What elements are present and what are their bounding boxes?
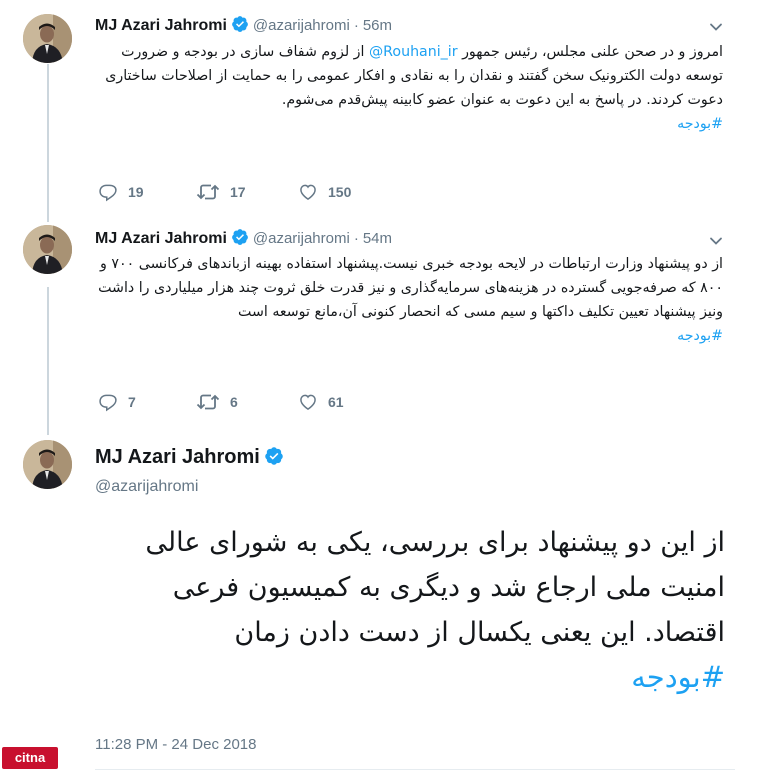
retweet-icon: [196, 184, 220, 200]
separator-dot: ·: [353, 230, 359, 247]
hashtag-link[interactable]: #بودجه: [95, 324, 723, 348]
reply-button[interactable]: 7: [98, 392, 136, 412]
tweet-text: از دو پیشنهاد وزارت ارتباطات در لایحه بو…: [95, 252, 723, 348]
retweet-button[interactable]: 6: [196, 392, 238, 412]
retweet-count: 17: [230, 184, 246, 200]
like-count: 150: [328, 184, 352, 200]
tweet-text-part: امروز و در صحن علنی مجلس، رئیس جمهور: [457, 44, 723, 60]
reply-button[interactable]: 19: [98, 182, 144, 202]
author-name[interactable]: MJ Azari Jahromi: [95, 446, 284, 469]
mention-link[interactable]: @Rouhani_ir: [369, 44, 458, 60]
separator-dot: ·: [353, 17, 359, 34]
author-name-text: MJ Azari Jahromi: [95, 446, 260, 468]
divider: [95, 769, 735, 770]
verified-badge-icon: [232, 229, 248, 245]
author-handle[interactable]: @azarijahromi: [95, 478, 198, 496]
like-count: 61: [328, 394, 344, 410]
heart-icon: [300, 184, 316, 200]
author-name[interactable]: MJ Azari Jahromi: [95, 230, 227, 247]
author-handle[interactable]: @azarijahromi: [253, 230, 350, 247]
tweet-time[interactable]: 56m: [363, 17, 392, 34]
chevron-down-icon[interactable]: [709, 234, 723, 248]
tweet-header: MJ Azari Jahromi @azarijahromi · 56m: [95, 15, 392, 36]
tweet-text: امروز و در صحن علنی مجلس، رئیس جمهور @Ro…: [95, 40, 723, 136]
tweet-header: MJ Azari Jahromi @azarijahromi · 54m: [95, 228, 392, 249]
tweet-2[interactable]: MJ Azari Jahromi @azarijahromi · 54m از دو …: [0, 218, 763, 436]
main-tweet: MJ Azari Jahromi @azarijahromi از این دو…: [0, 436, 763, 773]
avatar[interactable]: [23, 440, 72, 489]
tweet-text-part: از این دو پیشنهاد برای بررسی، یکی به شور…: [145, 527, 725, 648]
like-button[interactable]: 61: [298, 392, 344, 412]
reply-icon: [99, 394, 117, 412]
tweet-text: از این دو پیشنهاد برای بررسی، یکی به شور…: [95, 520, 725, 700]
like-button[interactable]: 150: [298, 182, 351, 202]
retweet-button[interactable]: 17: [196, 182, 246, 202]
reply-icon: [99, 184, 117, 202]
hashtag-link[interactable]: #بودجه: [95, 112, 723, 136]
chevron-down-icon[interactable]: [709, 20, 723, 34]
tweet-timestamp[interactable]: 11:28 PM - 24 Dec 2018: [95, 736, 256, 753]
author-name[interactable]: MJ Azari Jahromi: [95, 17, 227, 34]
hashtag-link[interactable]: #بودجه: [95, 655, 725, 700]
reply-count: 19: [128, 184, 144, 200]
tweet-text-part: از دو پیشنهاد وزارت ارتباطات در لایحه بو…: [98, 256, 723, 320]
retweet-count: 6: [230, 394, 238, 410]
author-handle[interactable]: @azarijahromi: [253, 17, 350, 34]
citna-watermark-logo: citna: [2, 747, 58, 769]
avatar[interactable]: [23, 14, 72, 63]
verified-badge-icon: [265, 447, 283, 465]
tweet-1[interactable]: MJ Azari Jahromi @azarijahromi · 56m امروز …: [0, 0, 763, 218]
retweet-icon: [196, 394, 220, 410]
reply-count: 7: [128, 394, 136, 410]
verified-badge-icon: [232, 16, 248, 32]
heart-icon: [300, 394, 316, 410]
tweet-time[interactable]: 54m: [363, 230, 392, 247]
avatar[interactable]: [23, 225, 72, 274]
